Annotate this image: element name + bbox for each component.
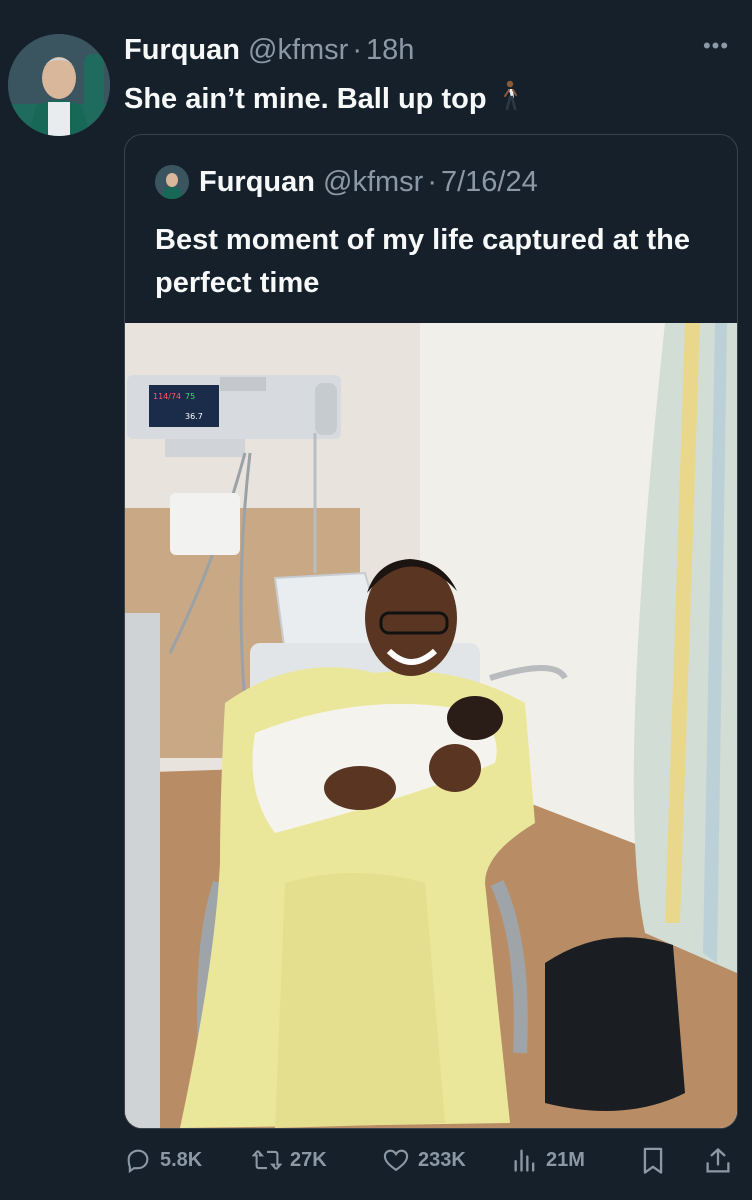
repost-count: 27K (290, 1148, 327, 1171)
tweet-text-content: She ain’t mine. Ball up top (124, 82, 487, 115)
monitor-readout-2: 75 (185, 392, 195, 401)
bookmark-icon (643, 1147, 663, 1174)
photo-illustration: 114/74 75 36.7 (125, 323, 737, 1128)
quoted-tweet-header: Furquan @kfmsr · 7/16/24 (155, 165, 538, 199)
bookmark-button[interactable] (640, 1146, 674, 1176)
monitor-readout-1: 114/74 (153, 392, 181, 401)
repost-icon (252, 1150, 282, 1170)
author-name[interactable]: Furquan (124, 34, 240, 67)
avatar-image (8, 34, 110, 136)
views-button[interactable]: 21M (512, 1146, 585, 1174)
quoted-separator-dot: · (427, 165, 437, 198)
repost-button[interactable]: 27K (252, 1146, 327, 1174)
tweet-actions: 5.8K 27K 233K 21M (124, 1146, 736, 1180)
reply-button[interactable]: 5.8K (124, 1146, 202, 1174)
quoted-author-handle[interactable]: @kfmsr (323, 166, 423, 199)
share-button[interactable] (704, 1146, 740, 1176)
author-handle[interactable]: @kfmsr (248, 34, 348, 67)
quoted-tweet-text: Best moment of my life captured at the p… (155, 224, 690, 299)
quoted-author-name[interactable]: Furquan (199, 166, 315, 199)
share-icon (706, 1148, 730, 1173)
quoted-author-avatar[interactable] (155, 165, 189, 199)
author-avatar[interactable] (8, 34, 110, 136)
tweet-text: She ain’t mine. Ball up top (124, 80, 519, 118)
views-count: 21M (546, 1148, 585, 1171)
walking-person-icon (499, 80, 519, 118)
separator-dot: · (352, 34, 362, 66)
hospital-photo[interactable]: 114/74 75 36.7 (125, 323, 737, 1128)
monitor-readout-3: 36.7 (185, 412, 203, 421)
reply-count: 5.8K (160, 1148, 203, 1171)
tweet-header: Furquan @kfmsr · 18h (124, 34, 712, 70)
views-icon (514, 1149, 535, 1172)
like-count: 233K (418, 1148, 466, 1171)
more-icon[interactable]: ••• (698, 28, 734, 64)
like-icon (383, 1149, 409, 1172)
reply-icon (127, 1149, 149, 1174)
tweet-time[interactable]: 18h (366, 34, 414, 67)
quoted-date[interactable]: 7/16/24 (441, 166, 538, 199)
like-button[interactable]: 233K (382, 1146, 466, 1174)
quoted-tweet-card[interactable]: Furquan @kfmsr · 7/16/24 Best moment of … (124, 134, 738, 1129)
